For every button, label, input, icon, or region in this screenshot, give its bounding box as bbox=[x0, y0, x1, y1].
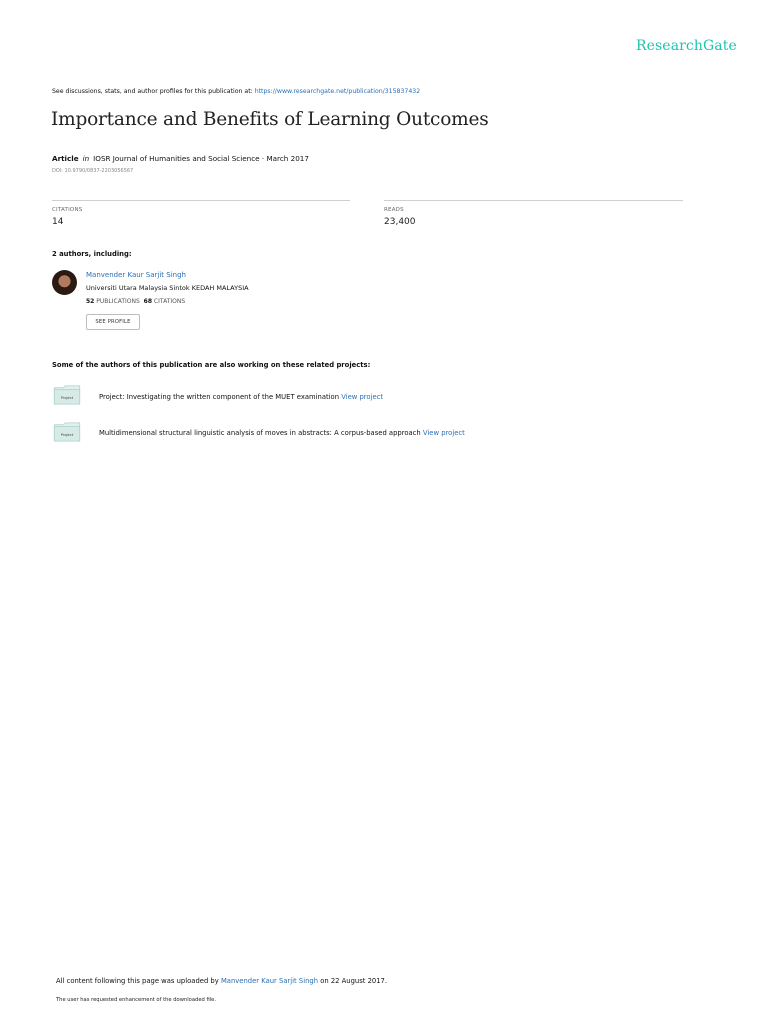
project-icon-label: Project bbox=[61, 433, 74, 437]
publication-venue: IOSR Journal of Humanities and Social Sc… bbox=[93, 154, 309, 163]
upload-note: All content following this page was uplo… bbox=[56, 977, 387, 985]
project-icon-label: Project bbox=[61, 396, 74, 400]
upload-prefix: All content following this page was uplo… bbox=[56, 977, 219, 985]
project-title: Multidimensional structural linguistic a… bbox=[99, 429, 421, 437]
author-avatar[interactable] bbox=[52, 270, 77, 295]
upload-suffix: on 22 August 2017. bbox=[320, 977, 388, 985]
reads-label: READS bbox=[384, 207, 404, 213]
author-affiliation: Universiti Utara Malaysia Sintok KEDAH M… bbox=[86, 284, 249, 292]
reads-value: 23,400 bbox=[384, 217, 416, 227]
author-stats: 52 PUBLICATIONS 68 CITATIONS bbox=[86, 298, 185, 305]
author-publications-label: PUBLICATIONS bbox=[96, 298, 140, 305]
researchgate-logo[interactable]: ResearchGate bbox=[636, 38, 737, 54]
citations-value: 14 bbox=[52, 217, 64, 227]
see-profile-button[interactable]: SEE PROFILE bbox=[86, 314, 140, 330]
reads-divider bbox=[384, 200, 683, 201]
project-folder-icon: Project bbox=[52, 422, 82, 446]
see-discussions-line: See discussions, stats, and author profi… bbox=[52, 88, 420, 95]
see-discussions-text: See discussions, stats, and author profi… bbox=[52, 88, 253, 95]
view-project-link[interactable]: View project bbox=[341, 393, 383, 401]
author-publications-count: 52 bbox=[86, 298, 95, 305]
in-word: in bbox=[82, 154, 90, 163]
publication-url-link[interactable]: https://www.researchgate.net/publication… bbox=[255, 88, 420, 95]
uploader-link[interactable]: Manvender Kaur Sarjit Singh bbox=[221, 977, 318, 985]
publication-doi: DOI: 10.9790/0837-2203056567 bbox=[52, 168, 134, 174]
project-item: Multidimensional structural linguistic a… bbox=[99, 429, 465, 437]
enhancement-note: The user has requested enhancement of th… bbox=[56, 997, 217, 1003]
citations-divider bbox=[52, 200, 350, 201]
related-projects-heading: Some of the authors of this publication … bbox=[52, 361, 371, 369]
view-project-link[interactable]: View project bbox=[423, 429, 465, 437]
project-item: Project: Investigating the written compo… bbox=[99, 393, 383, 401]
author-citations-label: CITATIONS bbox=[153, 298, 186, 305]
publication-title: Importance and Benefits of Learning Outc… bbox=[51, 109, 489, 130]
author-citations-count: 68 bbox=[143, 298, 152, 305]
publication-meta: Article in IOSR Journal of Humanities and … bbox=[52, 154, 309, 163]
authors-heading: 2 authors, including: bbox=[52, 250, 132, 258]
author-name-link[interactable]: Manvender Kaur Sarjit Singh bbox=[86, 271, 186, 279]
citations-label: CITATIONS bbox=[52, 207, 83, 213]
project-folder-icon: Project bbox=[52, 385, 82, 409]
project-title: Project: Investigating the written compo… bbox=[99, 393, 340, 401]
publication-type: Article bbox=[52, 154, 79, 163]
